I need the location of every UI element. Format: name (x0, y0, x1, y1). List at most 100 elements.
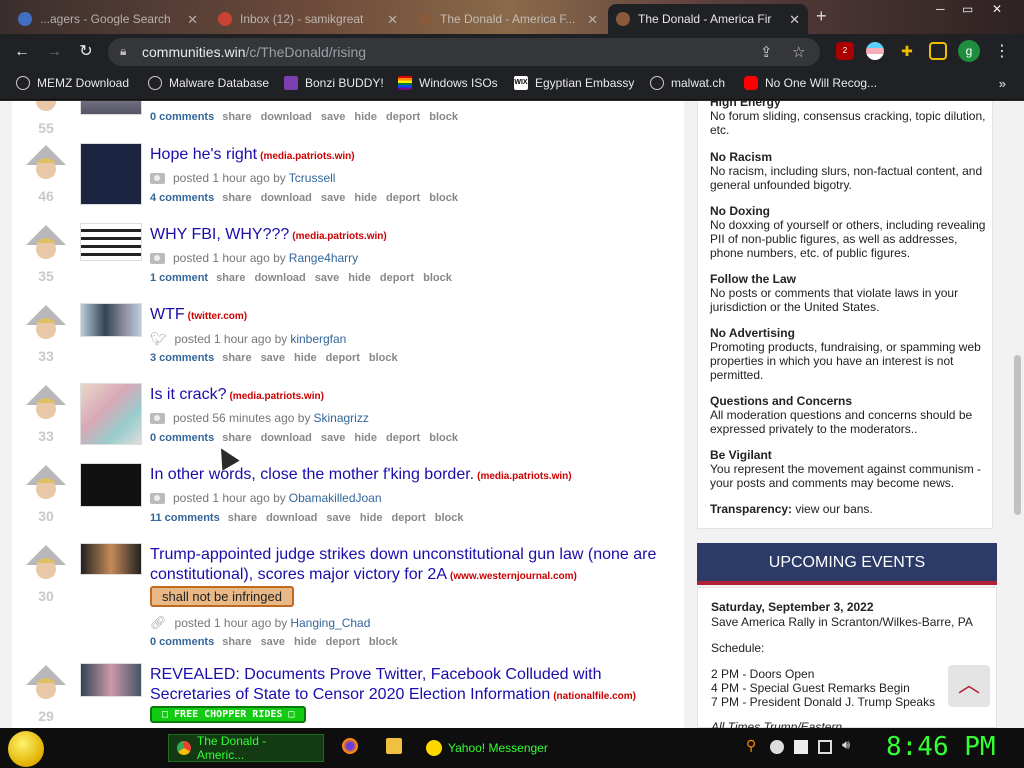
post-title-text[interactable]: Is it crack? (150, 386, 226, 403)
comments-link[interactable]: 3 comments (150, 352, 214, 364)
tab-google-search[interactable]: ...agers - Google Search ✕ (10, 4, 206, 34)
hide-action[interactable]: hide (294, 352, 317, 364)
post-domain[interactable]: (nationalfile.com) (553, 691, 636, 702)
block-action[interactable]: block (435, 512, 464, 524)
hide-action[interactable]: hide (354, 192, 377, 204)
post-domain[interactable]: (media.patriots.win) (229, 391, 323, 402)
post-title-text[interactable]: REVEALED: Documents Prove Twitter, Faceb… (150, 666, 601, 703)
upvote-trump-icon[interactable] (24, 303, 68, 345)
bookmark-malware-database[interactable]: Malware Database (148, 76, 269, 90)
save-action[interactable]: save (321, 111, 345, 123)
block-action[interactable]: block (369, 352, 398, 364)
download-action[interactable]: download (254, 272, 305, 284)
close-icon[interactable]: ✕ (187, 12, 198, 28)
puzzle-icon[interactable]: ✚ (898, 42, 916, 60)
post-thumbnail[interactable] (80, 383, 142, 445)
new-tab-icon[interactable]: + (816, 6, 827, 27)
save-action[interactable]: save (261, 352, 285, 364)
share-action[interactable]: share (222, 352, 251, 364)
tab-the-donald-1[interactable]: The Donald - America F... ✕ (410, 4, 606, 34)
network-icon[interactable] (818, 740, 832, 754)
post-thumbnail[interactable] (80, 663, 142, 697)
author-link[interactable]: Skinagrizz (313, 411, 368, 425)
post-thumbnail[interactable] (80, 303, 142, 337)
comments-link[interactable]: 1 comment (150, 272, 208, 284)
hide-action[interactable]: hide (360, 512, 383, 524)
deport-action[interactable]: deport (326, 636, 360, 648)
post-title[interactable]: WHY FBI, WHY??? (media.patriots.win) (150, 225, 670, 247)
post-title[interactable]: Is it crack? (media.patriots.win) (150, 385, 670, 407)
close-window-icon[interactable]: ✕ (992, 2, 1002, 16)
deport-action[interactable]: deport (386, 111, 420, 123)
hide-action[interactable]: hide (348, 272, 371, 284)
start-smiley-icon[interactable] (8, 731, 44, 767)
post-title-text[interactable]: Hope he's right (150, 146, 257, 163)
author-link[interactable]: Tcrussell (289, 171, 336, 185)
scroll-to-top-button[interactable]: ︿ (948, 665, 990, 707)
upvote-trump-icon[interactable] (24, 663, 68, 705)
file-icon[interactable] (794, 740, 808, 754)
deport-action[interactable]: deport (380, 272, 414, 284)
post-thumbnail[interactable] (80, 223, 142, 261)
share-action[interactable]: share (222, 192, 251, 204)
close-icon[interactable]: ✕ (387, 12, 398, 28)
address-bar[interactable]: 🔒︎ communities.win/c/TheDonald/rising ⇪ … (108, 38, 820, 66)
save-action[interactable]: save (321, 432, 345, 444)
firefox-icon[interactable] (342, 738, 358, 754)
share-action[interactable]: share (222, 636, 251, 648)
post-domain[interactable]: (media.patriots.win) (260, 151, 354, 162)
taskbar-clock[interactable]: 8:46 PM (886, 732, 996, 762)
post-domain[interactable]: (twitter.com) (188, 311, 247, 322)
upvote-trump-icon[interactable] (24, 463, 68, 505)
post-thumbnail[interactable] (80, 143, 142, 205)
deport-action[interactable]: deport (386, 432, 420, 444)
post-thumbnail[interactable] (80, 101, 142, 115)
bookmark-egyptian-embassy[interactable]: WIX Egyptian Embassy (514, 76, 634, 90)
flag-extension-icon[interactable] (866, 42, 884, 60)
block-action[interactable]: block (429, 111, 458, 123)
page-scrollbar[interactable] (1011, 101, 1024, 728)
deport-action[interactable]: deport (326, 352, 360, 364)
maximize-icon[interactable]: ▭ (962, 2, 973, 16)
post-domain[interactable]: (media.patriots.win) (292, 231, 386, 242)
upvote-trump-icon[interactable] (24, 101, 68, 117)
comments-link[interactable]: 0 comments (150, 111, 214, 123)
bookmark-memz[interactable]: MEMZ Download (16, 76, 129, 90)
share-action[interactable]: share (216, 272, 245, 284)
tab-the-donald-active[interactable]: The Donald - America Fir ✕ (608, 4, 808, 34)
share-action[interactable]: share (222, 432, 251, 444)
post-title-text[interactable]: WHY FBI, WHY??? (150, 226, 289, 243)
block-action[interactable]: block (429, 192, 458, 204)
taskbar-chrome[interactable]: The Donald - Americ... (168, 734, 324, 762)
post-title[interactable]: Trump-appointed judge strikes down uncon… (150, 545, 670, 587)
profile-avatar[interactable]: g (958, 40, 980, 62)
deport-action[interactable]: deport (392, 512, 426, 524)
post-title[interactable]: In other words, close the mother f'king … (150, 465, 670, 487)
url-text[interactable]: communities.win/c/TheDonald/rising (142, 44, 366, 60)
comments-link[interactable]: 4 comments (150, 192, 214, 204)
scrollbar-thumb[interactable] (1014, 355, 1021, 515)
download-action[interactable]: download (261, 432, 312, 444)
bookmarks-overflow-icon[interactable]: » (999, 76, 1006, 91)
author-link[interactable]: kinbergfan (290, 332, 346, 346)
post-domain[interactable]: (media.patriots.win) (477, 471, 571, 482)
folder-icon[interactable] (386, 738, 402, 754)
share-icon[interactable]: ⇪ (760, 43, 773, 61)
close-icon[interactable]: ✕ (587, 12, 598, 28)
upvote-trump-icon[interactable] (24, 143, 68, 185)
view-bans-link[interactable]: view our bans. (795, 502, 872, 516)
save-action[interactable]: save (326, 512, 350, 524)
ublock-icon[interactable]: 2 (836, 42, 854, 60)
comments-link[interactable]: 11 comments (150, 512, 220, 524)
hide-action[interactable]: hide (354, 111, 377, 123)
author-link[interactable]: Hanging_Chad (290, 616, 370, 630)
download-action[interactable]: download (266, 512, 317, 524)
download-action[interactable]: download (261, 111, 312, 123)
post-domain[interactable]: (www.westernjournal.com) (450, 571, 577, 582)
post-title-text[interactable]: WTF (150, 306, 185, 323)
reload-icon[interactable]: ↻ (76, 42, 96, 62)
taskbar-yahoo-messenger[interactable]: Yahoo! Messenger (418, 734, 574, 762)
close-icon[interactable]: ✕ (789, 12, 800, 28)
back-icon[interactable]: ← (12, 42, 32, 62)
post-title[interactable]: WTF (twitter.com) (150, 305, 670, 327)
